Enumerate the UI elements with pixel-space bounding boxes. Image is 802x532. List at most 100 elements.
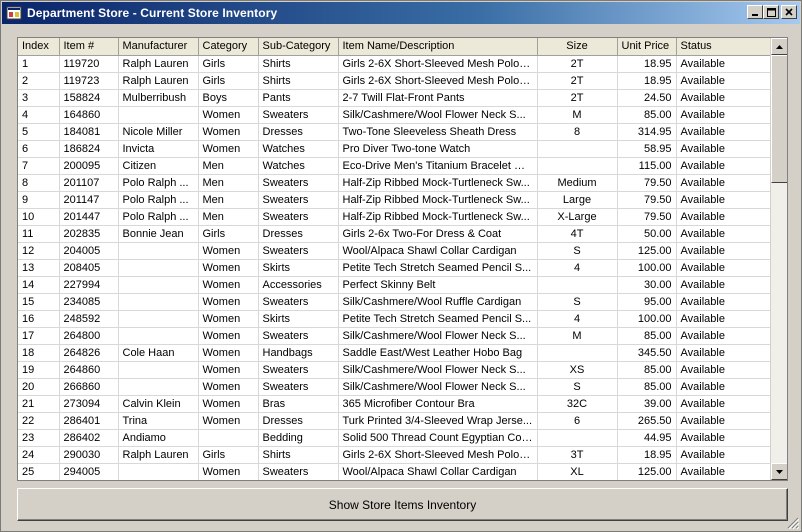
table-row[interactable]: 1 119720 Ralph Lauren Girls Shirts Girls 2-6X… xyxy=(18,55,771,73)
cell-item-name: Pro Diver Two-tone Watch xyxy=(338,140,538,158)
cell-manufacturer xyxy=(118,242,199,260)
scroll-thumb[interactable] xyxy=(771,55,787,183)
vertical-scrollbar[interactable] xyxy=(770,38,787,480)
cell-manufacturer: Ralph Lauren xyxy=(118,446,199,464)
cell-status: Available xyxy=(676,55,771,73)
cell-item-number: 248592 xyxy=(59,310,119,328)
close-button[interactable] xyxy=(781,5,797,19)
cell-category: Women xyxy=(198,327,259,345)
table-row[interactable]: 11 202835 Bonnie Jean Girls Dresses Girls 2-6… xyxy=(18,225,771,243)
cell-size: 2T xyxy=(537,55,618,73)
cell-status: Available xyxy=(676,259,771,277)
cell-item-name: Half-Zip Ribbed Mock-Turtleneck Sw... xyxy=(338,174,538,192)
table-row[interactable]: 8 201107 Polo Ralph ... Men Sweaters Half-Zip… xyxy=(18,174,771,192)
cell-index: 22 xyxy=(18,412,60,430)
cell-sub-category: Dresses xyxy=(258,225,339,243)
cell-category: Girls xyxy=(198,72,259,90)
cell-item-number: 201447 xyxy=(59,208,119,226)
column-header-item-number[interactable]: Item # xyxy=(59,38,119,56)
cell-size: S xyxy=(537,293,618,311)
table-row[interactable]: 13 208405 Women Skirts Petite Tech Stretch S… xyxy=(18,259,771,277)
inventory-list[interactable]: Index Item # Manufacturer Category Sub-Categ… xyxy=(17,37,788,481)
table-row[interactable]: 15 234085 Women Sweaters Silk/Cashmere/Wool … xyxy=(18,293,771,311)
cell-size: 4T xyxy=(537,225,618,243)
cell-category: Boys xyxy=(198,89,259,107)
table-row[interactable]: 25 294005 Women Sweaters Wool/Alpaca Shawl C… xyxy=(18,463,771,480)
table-row[interactable]: 14 227994 Women Accessories Perfect Skinny B… xyxy=(18,276,771,294)
cell-item-number: 264800 xyxy=(59,327,119,345)
table-row[interactable]: 21 273094 Calvin Klein Women Bras 365 Microfi… xyxy=(18,395,771,413)
table-row[interactable]: 19 264860 Women Sweaters Silk/Cashmere/Wool … xyxy=(18,361,771,379)
column-header-status[interactable]: Status xyxy=(676,38,771,56)
window-title: Department Store - Current Store Invento… xyxy=(27,6,278,20)
table-row[interactable]: 4 164860 Women Sweaters Silk/Cashmere/Wool F… xyxy=(18,106,771,124)
cell-category: Women xyxy=(198,378,259,396)
table-row[interactable]: 10 201447 Polo Ralph ... Men Sweaters Half-Zi… xyxy=(18,208,771,226)
cell-status: Available xyxy=(676,463,771,480)
cell-item-number: 264860 xyxy=(59,361,119,379)
table-row[interactable]: 9 201147 Polo Ralph ... Men Sweaters Half-Zip… xyxy=(18,191,771,209)
cell-manufacturer xyxy=(118,378,199,396)
cell-item-name: Girls 2-6X Short-Sleeved Mesh Polo S... xyxy=(338,72,538,90)
window-controls xyxy=(745,5,797,19)
table-row[interactable]: 17 264800 Women Sweaters Silk/Cashmere/Wool … xyxy=(18,327,771,345)
table-row[interactable]: 5 184081 Nicole Miller Women Dresses Two-Tone… xyxy=(18,123,771,141)
cell-unit-price: 44.95 xyxy=(617,429,677,447)
column-header-sub-category[interactable]: Sub-Category xyxy=(258,38,339,56)
cell-item-name: Petite Tech Stretch Seamed Pencil S... xyxy=(338,310,538,328)
table-row[interactable]: 18 264826 Cole Haan Women Handbags Saddle Eas… xyxy=(18,344,771,362)
table-row[interactable]: 22 286401 Trina Women Dresses Turk Printed 3/… xyxy=(18,412,771,430)
scroll-up-button[interactable] xyxy=(771,38,787,55)
resize-grip-icon[interactable] xyxy=(787,517,799,529)
cell-size xyxy=(537,157,618,175)
cell-status: Available xyxy=(676,378,771,396)
scroll-down-button[interactable] xyxy=(771,463,787,480)
column-header-category[interactable]: Category xyxy=(198,38,259,56)
table-row[interactable]: 3 158824 Mulberribush Boys Pants 2-7 Twill Fl… xyxy=(18,89,771,107)
cell-unit-price: 18.95 xyxy=(617,72,677,90)
cell-unit-price: 50.00 xyxy=(617,225,677,243)
cell-index: 5 xyxy=(18,123,60,141)
cell-status: Available xyxy=(676,293,771,311)
table-row[interactable]: 24 290030 Ralph Lauren Girls Shirts Girls 2-6… xyxy=(18,446,771,464)
column-header-index[interactable]: Index xyxy=(18,38,60,56)
table-row[interactable]: 2 119723 Ralph Lauren Girls Shirts Girls 2-6X… xyxy=(18,72,771,90)
cell-sub-category: Shirts xyxy=(258,55,339,73)
cell-index: 1 xyxy=(18,55,60,73)
cell-status: Available xyxy=(676,276,771,294)
cell-item-number: 286402 xyxy=(59,429,119,447)
maximize-button[interactable] xyxy=(763,5,779,19)
table-row[interactable]: 6 186824 Invicta Women Watches Pro Diver Two-… xyxy=(18,140,771,158)
cell-category: Women xyxy=(198,123,259,141)
table-row[interactable]: 7 200095 Citizen Men Watches Eco-Drive Men's … xyxy=(18,157,771,175)
cell-manufacturer xyxy=(118,327,199,345)
cell-size xyxy=(537,276,618,294)
column-header-manufacturer[interactable]: Manufacturer xyxy=(118,38,199,56)
cell-status: Available xyxy=(676,157,771,175)
column-header-size[interactable]: Size xyxy=(537,38,618,56)
minimize-button[interactable] xyxy=(747,5,763,19)
cell-status: Available xyxy=(676,344,771,362)
cell-item-name: Saddle East/West Leather Hobo Bag xyxy=(338,344,538,362)
cell-status: Available xyxy=(676,140,771,158)
show-store-items-button[interactable]: Show Store Items Inventory xyxy=(17,488,788,521)
cell-item-number: 119720 xyxy=(59,55,119,73)
column-header-item-name[interactable]: Item Name/Description xyxy=(338,38,538,56)
cell-index: 2 xyxy=(18,72,60,90)
cell-unit-price: 115.00 xyxy=(617,157,677,175)
table-row[interactable]: 20 266860 Women Sweaters Silk/Cashmere/Wool … xyxy=(18,378,771,396)
table-row[interactable]: 23 286402 Andiamo Bedding Solid 500 Thread C… xyxy=(18,429,771,447)
cell-index: 11 xyxy=(18,225,60,243)
cell-category: Women xyxy=(198,395,259,413)
column-header-unit-price[interactable]: Unit Price xyxy=(617,38,677,56)
title-bar[interactable]: Department Store - Current Store Invento… xyxy=(2,2,800,24)
cell-size: 32C xyxy=(537,395,618,413)
cell-item-name: Wool/Alpaca Shawl Collar Cardigan xyxy=(338,463,538,480)
app-icon[interactable] xyxy=(6,5,22,21)
cell-size xyxy=(537,344,618,362)
table-row[interactable]: 12 204005 Women Sweaters Wool/Alpaca Shawl C… xyxy=(18,242,771,260)
table-row[interactable]: 16 248592 Women Skirts Petite Tech Stretch S… xyxy=(18,310,771,328)
cell-index: 24 xyxy=(18,446,60,464)
cell-manufacturer: Ralph Lauren xyxy=(118,55,199,73)
cell-index: 18 xyxy=(18,344,60,362)
